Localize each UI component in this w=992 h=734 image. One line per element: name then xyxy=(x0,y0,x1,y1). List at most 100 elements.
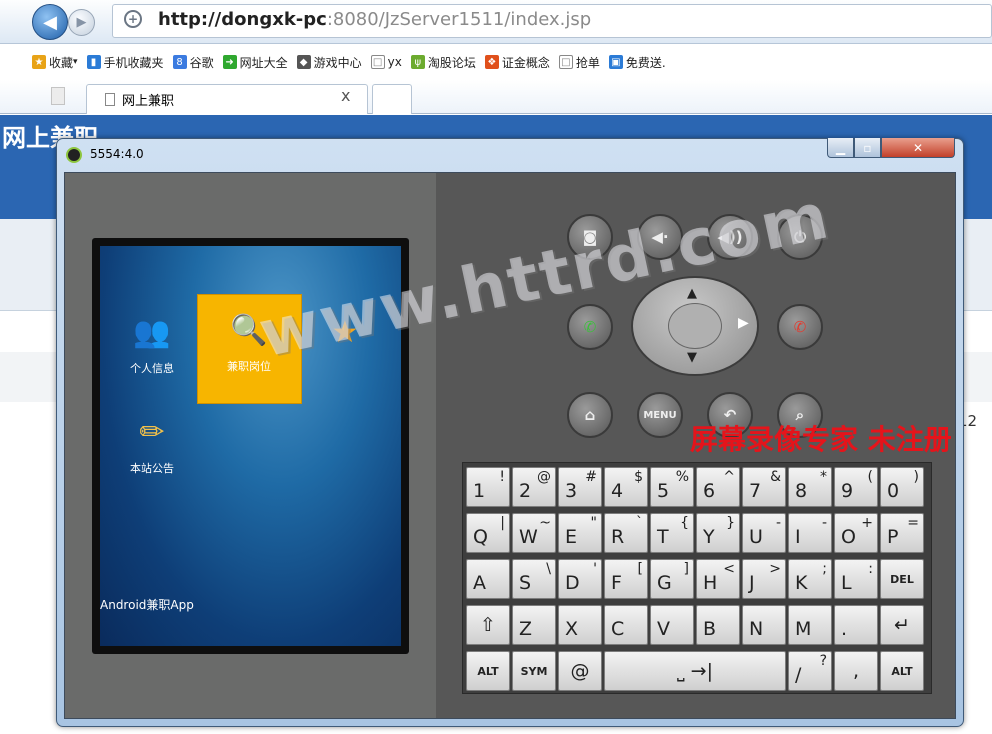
key-alt-label: & xyxy=(770,469,781,485)
key-label: ⇧ xyxy=(480,614,496,636)
key-6[interactable]: 6 ^ xyxy=(696,467,740,507)
key-label: 3 xyxy=(565,480,578,502)
favorite-label: 网址大全 xyxy=(239,55,288,70)
favorite-item[interactable]: ★ 收藏 ▾ xyxy=(32,54,78,71)
alt-key[interactable]: ALT xyxy=(466,651,510,691)
key-A[interactable]: A xyxy=(466,559,510,599)
key-label: @ xyxy=(570,660,590,682)
url-text[interactable]: http://dongxk-pc:8080/JzServer1511/index… xyxy=(158,9,591,30)
back-button[interactable]: ◀ xyxy=(32,4,68,40)
key-G[interactable]: G] xyxy=(650,559,694,599)
key-O[interactable]: O + xyxy=(834,513,878,553)
new-tab-button[interactable] xyxy=(372,84,412,114)
key-F[interactable]: F[ xyxy=(604,559,648,599)
favorite-item[interactable]: ▣ 免费送. xyxy=(608,54,666,71)
url-host: http://dongxk-pc xyxy=(158,9,327,30)
at-key[interactable]: @ xyxy=(558,651,602,691)
key-V[interactable]: V xyxy=(650,605,694,645)
key-L[interactable]: L: xyxy=(834,559,878,599)
sym-key[interactable]: SYM xyxy=(512,651,556,691)
alt-key-right[interactable]: ALT xyxy=(880,651,924,691)
comma-key[interactable]: , xyxy=(834,651,878,691)
key-alt-label: = xyxy=(907,515,919,531)
key-U[interactable]: U- xyxy=(742,513,786,553)
key-K[interactable]: K; xyxy=(788,559,832,599)
favorite-item[interactable]: ψ 淘股论坛 xyxy=(410,54,476,71)
dpad-up-icon[interactable]: ▲ xyxy=(687,286,697,301)
key-N[interactable]: N xyxy=(742,605,786,645)
menu-button[interactable]: MENU xyxy=(637,392,683,438)
tab-close-button[interactable]: x xyxy=(341,86,350,105)
app-personal-info[interactable]: 👥 个人信息 xyxy=(117,312,187,376)
call-button[interactable]: ✆ xyxy=(567,304,613,350)
space-key[interactable]: ⎵ →| xyxy=(604,651,786,691)
end-call-button[interactable]: ✆ xyxy=(777,304,823,350)
app-announcements[interactable]: ✏ 本站公告 xyxy=(117,412,187,476)
key-T[interactable]: T{ xyxy=(650,513,694,553)
tab-active[interactable]: 网上兼职 xyxy=(86,84,368,114)
maximize-button[interactable]: ▫ xyxy=(854,138,881,158)
chevron-down-icon[interactable]: ▾ xyxy=(73,57,78,67)
key-alt-label: ~ xyxy=(539,515,551,531)
favorite-item[interactable]: ▮ 手机收藏夹 xyxy=(86,54,164,71)
favorite-label: 游戏中心 xyxy=(313,55,362,70)
key-.[interactable]: . xyxy=(834,605,878,645)
key-alt-label: > xyxy=(769,561,781,577)
star-add-icon: ★ xyxy=(32,55,46,69)
key-2[interactable]: 2 @ xyxy=(512,467,556,507)
key-D[interactable]: D ' xyxy=(558,559,602,599)
close-button[interactable]: ✕ xyxy=(881,138,955,158)
enter-key[interactable]: ↵ xyxy=(880,605,924,645)
key-C[interactable]: C xyxy=(604,605,648,645)
key-label: A xyxy=(473,572,486,594)
key-Q[interactable]: Q | xyxy=(466,513,510,553)
key-label: ↵ xyxy=(894,614,910,636)
key-S[interactable]: S \ xyxy=(512,559,556,599)
key-W[interactable]: W ~ xyxy=(512,513,556,553)
key-8[interactable]: 8 * xyxy=(788,467,832,507)
key-X[interactable]: X xyxy=(558,605,602,645)
page-icon: □ xyxy=(370,55,385,69)
site-security-icon[interactable]: + xyxy=(124,10,142,28)
favorite-item[interactable]: ❖ 证金概念 xyxy=(484,54,550,71)
gamepad-icon: ◆ xyxy=(296,55,311,69)
key-label: P xyxy=(887,526,899,548)
key-E[interactable]: E " xyxy=(558,513,602,553)
key-alt-label: % xyxy=(675,469,689,485)
key-R[interactable]: R ` xyxy=(604,513,648,553)
bamboo-icon: ψ xyxy=(410,55,425,69)
key-H[interactable]: H < xyxy=(696,559,740,599)
key-7[interactable]: 7 & xyxy=(742,467,786,507)
key-Y[interactable]: Y} xyxy=(696,513,740,553)
dpad-down-icon[interactable]: ▼ xyxy=(687,350,697,365)
home-button[interactable]: ⌂ xyxy=(567,392,613,438)
key-1[interactable]: 1! xyxy=(466,467,510,507)
favorite-item[interactable]: 8 谷歌 xyxy=(172,54,214,71)
android-icon xyxy=(66,147,82,163)
key-alt-label: ] xyxy=(683,561,689,577)
tab-list-icon[interactable] xyxy=(51,87,65,105)
key-B[interactable]: B xyxy=(696,605,740,645)
shift-key[interactable]: ⇧ xyxy=(466,605,510,645)
key-9[interactable]: 9( xyxy=(834,467,878,507)
key-M[interactable]: M xyxy=(788,605,832,645)
key-4[interactable]: 4 $ xyxy=(604,467,648,507)
delete-key[interactable]: DEL xyxy=(880,559,924,599)
dpad-center[interactable] xyxy=(668,303,722,349)
key-5[interactable]: 5% xyxy=(650,467,694,507)
key-3[interactable]: 3 # xyxy=(558,467,602,507)
slash-key[interactable]: /? xyxy=(788,651,832,691)
forward-button[interactable]: ▶ xyxy=(68,9,95,36)
favorite-item[interactable]: □ 抢单 xyxy=(558,54,600,71)
favorite-item[interactable]: ◆ 游戏中心 xyxy=(296,54,362,71)
key-label: 9 xyxy=(841,480,854,502)
minimize-button[interactable]: ▁ xyxy=(827,138,854,158)
key-I[interactable]: I- xyxy=(788,513,832,553)
key-0[interactable]: 0) xyxy=(880,467,924,507)
favorite-item[interactable]: ➜ 网址大全 xyxy=(222,54,288,71)
key-Z[interactable]: Z xyxy=(512,605,556,645)
dpad-right-icon[interactable]: ▶ xyxy=(738,315,749,331)
key-J[interactable]: J > xyxy=(742,559,786,599)
favorite-item[interactable]: □ yx xyxy=(370,55,402,69)
key-P[interactable]: P = xyxy=(880,513,924,553)
